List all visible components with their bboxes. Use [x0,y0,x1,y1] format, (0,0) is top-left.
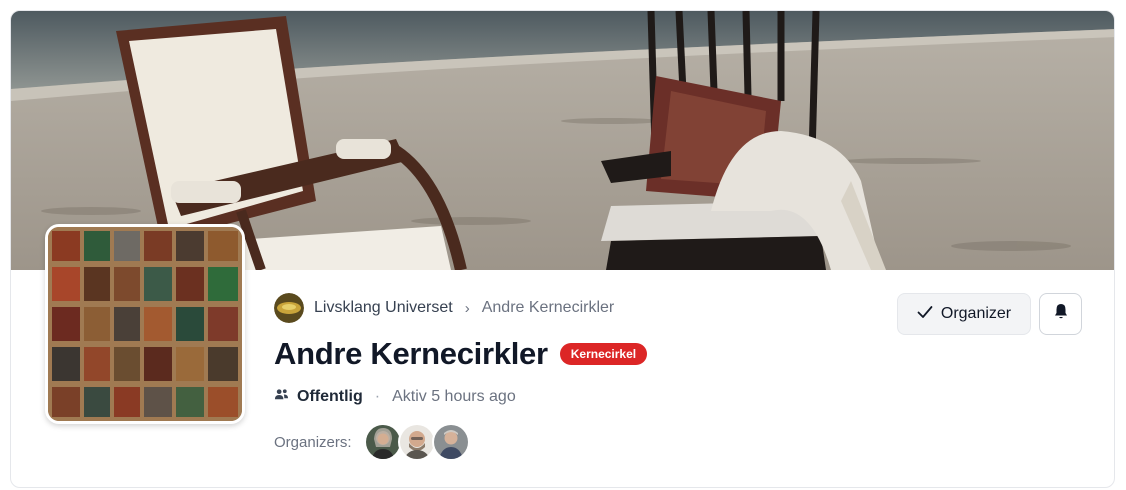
avatar[interactable] [363,423,402,461]
breadcrumb-current: Andre Kernecirkler [481,299,615,316]
users-icon [274,387,289,407]
group-avatar[interactable] [45,224,245,424]
organizer-button[interactable]: Organizer [897,293,1031,335]
group-header-card: Livsklang Universet › Andre Kernecirkler… [10,10,1115,488]
breadcrumb-parent-link[interactable]: Livsklang Universet [314,299,453,317]
avatar[interactable] [397,423,436,461]
activity-status: Aktiv 5 hours ago [392,388,516,405]
organizers-label: Organizers: [274,433,352,451]
group-meta: Offentlig · Aktiv 5 hours ago [274,387,516,407]
check-icon [917,305,933,324]
page-title: Andre Kernecirkler [274,336,548,371]
organizers-row: Organizers: [274,423,470,461]
notifications-button[interactable] [1039,293,1082,335]
chevron-right-icon: › [464,299,470,317]
parent-community-logo[interactable] [274,293,304,323]
breadcrumb: Livsklang Universet › Andre Kernecirkler [274,293,614,323]
organizer-button-label: Organizer [940,305,1012,322]
bell-icon [1053,303,1069,325]
separator-dot: · [374,388,381,405]
avatar[interactable] [431,423,470,461]
organizer-avatars [363,423,470,461]
status-badge: Kernecirkel [559,343,648,365]
privacy-label: Offentlig [297,388,363,405]
title-row: Andre Kernecirkler Kernecirkel [274,336,648,372]
